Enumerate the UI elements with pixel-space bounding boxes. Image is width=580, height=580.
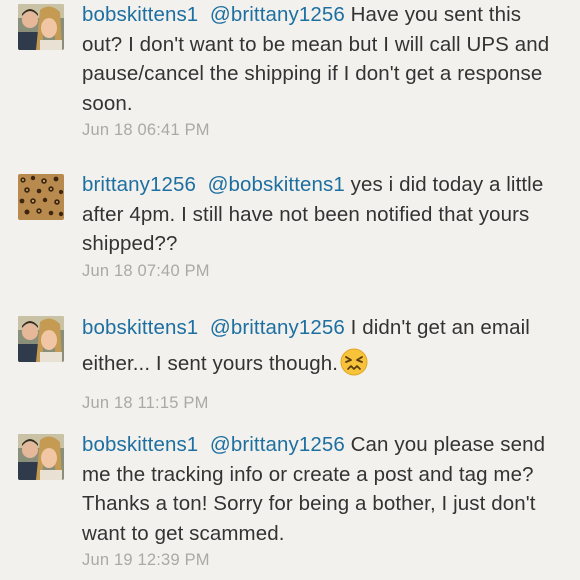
comment-text: bobskittens1 @brittany1256 I didn't get … [82, 310, 552, 388]
comment-timestamp: Jun 18 07:40 PM [82, 261, 210, 280]
mention-link[interactable]: @brittany1256 [210, 433, 345, 456]
mention-link[interactable]: @brittany1256 [210, 316, 345, 339]
mention-link[interactable]: @brittany1256 [210, 3, 345, 26]
username-link[interactable]: bobskittens1 [82, 316, 198, 339]
comment-text: bobskittens1 @brittany1256 Have you sent… [82, 0, 552, 118]
avatar[interactable] [18, 4, 64, 50]
comment-text: brittany1256 @bobskittens1 yes i did tod… [82, 170, 552, 259]
confounded-face-icon [340, 348, 368, 388]
comment-timestamp: Jun 19 12:39 PM [82, 551, 210, 569]
comment-timestamp: Jun 18 11:15 PM [82, 394, 209, 412]
mention-link[interactable]: @bobskittens1 [208, 173, 345, 196]
comment-thread: bobskittens1 @brittany1256 Have you sent… [0, 0, 580, 580]
username-link[interactable]: bobskittens1 [82, 433, 198, 456]
couple-photo-icon [18, 4, 64, 50]
couple-photo-icon [18, 316, 64, 362]
avatar[interactable] [18, 174, 64, 220]
leopard-print-icon [18, 174, 64, 220]
username-link[interactable]: brittany1256 [82, 173, 196, 196]
comment-text: bobskittens1 @brittany1256 Can you pleas… [82, 430, 552, 548]
avatar[interactable] [18, 316, 64, 362]
username-link[interactable]: bobskittens1 [82, 3, 198, 26]
couple-photo-icon [18, 434, 64, 480]
comment-timestamp: Jun 18 06:41 PM [82, 121, 210, 139]
avatar[interactable] [18, 434, 64, 480]
